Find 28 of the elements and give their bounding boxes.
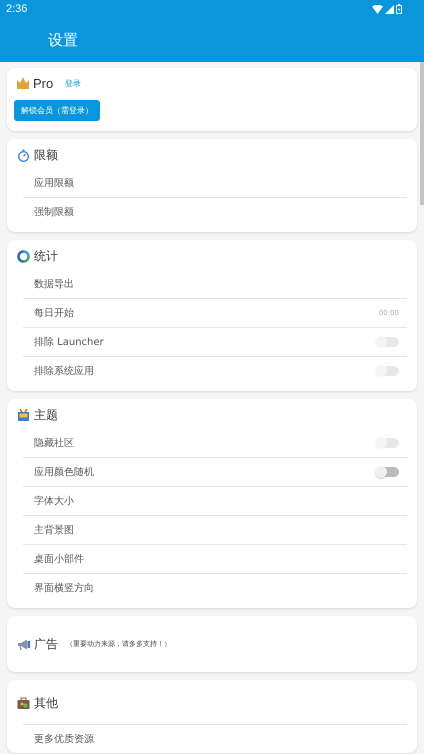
wifi-icon xyxy=(372,4,383,14)
signal-icon xyxy=(385,4,394,14)
stopwatch-icon xyxy=(17,148,30,162)
crown-icon xyxy=(17,77,29,89)
setting-label[interactable]: 更多优质资源 xyxy=(34,732,94,746)
battery-icon xyxy=(396,4,402,14)
setting-label[interactable]: 字体大小 xyxy=(34,494,74,508)
setting-label[interactable]: 每日开始 xyxy=(34,306,74,320)
setting-label[interactable]: 应用限额 xyxy=(34,176,74,190)
section-title: 广告 xyxy=(34,636,58,652)
toggle-switch[interactable] xyxy=(375,466,399,478)
briefcase-icon xyxy=(17,696,30,710)
setting-label[interactable]: 桌面小部件 xyxy=(34,552,84,566)
status-time: 2:36 xyxy=(6,3,28,15)
pro-title: Pro xyxy=(33,76,54,90)
setting-label[interactable]: 界面横竖方向 xyxy=(34,581,94,595)
setting-label[interactable]: 应用颜色随机 xyxy=(34,465,94,479)
section-title: 其他 xyxy=(34,694,58,712)
section-title: 统计 xyxy=(34,248,58,264)
setting-label[interactable]: 主背景图 xyxy=(34,523,74,537)
section-title: 主题 xyxy=(34,406,58,424)
section-title: 限额 xyxy=(34,146,58,164)
setting-label[interactable]: 强制限额 xyxy=(34,205,74,219)
setting-label[interactable]: 数据导出 xyxy=(34,277,74,291)
ring-icon xyxy=(17,250,30,262)
app-title: 设置 xyxy=(48,30,78,50)
easel-icon xyxy=(17,408,30,422)
megaphone-icon xyxy=(17,638,30,650)
